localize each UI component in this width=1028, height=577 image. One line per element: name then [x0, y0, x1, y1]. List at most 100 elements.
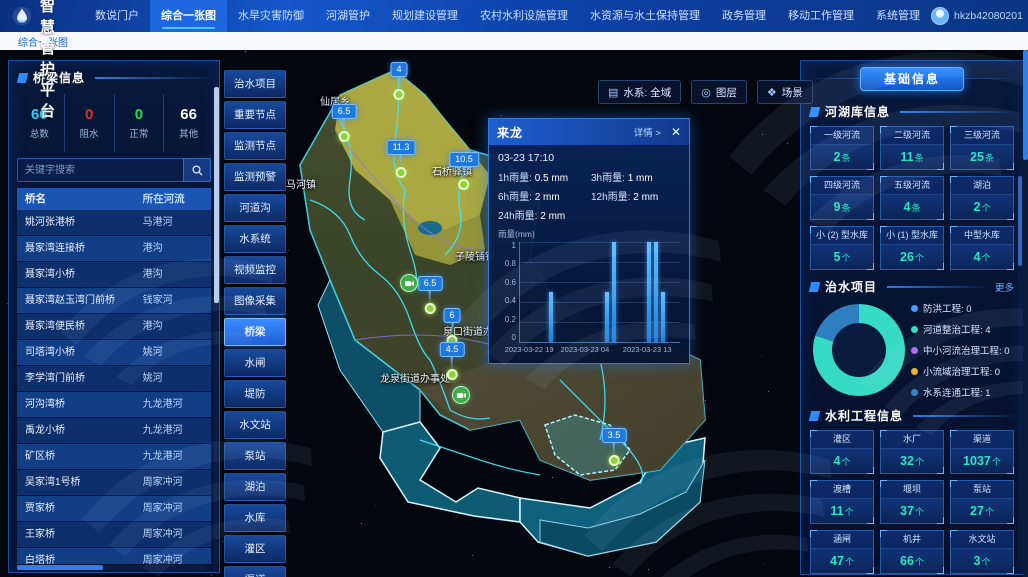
scrollbar-thumb[interactable] — [1018, 176, 1022, 266]
card-value: 9条 — [811, 195, 873, 219]
info-card: 水厂32个 — [880, 430, 944, 474]
table-row[interactable]: 吴家湾1号桥周家冲河 — [17, 470, 211, 495]
nav-item-3[interactable]: 水旱灾害防御 — [227, 0, 315, 32]
river-name-cell: 钱家河 — [137, 288, 211, 313]
metric-label: 3h雨量: — [591, 173, 628, 184]
table-row[interactable]: 聂家湾便民桥港沟 — [17, 314, 211, 339]
card-label: 涵闸 — [811, 531, 873, 549]
layer-menu-item[interactable]: 桥梁 — [224, 318, 286, 346]
scrollbar-thumb[interactable] — [214, 87, 219, 303]
card-value: 37个 — [881, 499, 943, 523]
table-row[interactable]: 贾家桥周家冲河 — [17, 496, 211, 521]
station-popup: 来龙 详情 > ✕ 03-23 17:10 1h雨量: 0.5 mm3h雨量: … — [488, 118, 690, 364]
card-unit: 个 — [915, 557, 924, 567]
search-button[interactable] — [183, 158, 211, 182]
stat-label: 阻水 — [80, 126, 99, 140]
bridge-name-cell: 聂家湾小桥 — [17, 262, 137, 287]
nav-item-1[interactable]: 数说门户 — [84, 0, 150, 32]
marker-value: 6 — [443, 308, 460, 323]
scene-button[interactable]: ❖场景 — [757, 80, 813, 104]
rain-bar — [661, 292, 665, 342]
close-icon[interactable]: ✕ — [671, 126, 681, 138]
layer-menu-item[interactable]: 视频监控 — [224, 256, 286, 284]
nav-item-6[interactable]: 农村水利设施管理 — [469, 0, 579, 32]
water-level-marker[interactable]: 4.5 — [440, 342, 465, 380]
layer-menu-item[interactable]: 泵站 — [224, 442, 286, 470]
basic-info-tab[interactable]: 基础信息 — [860, 67, 964, 91]
card-value: 1037个 — [951, 449, 1013, 473]
table-row[interactable]: 姚河张港桥马港河 — [17, 210, 211, 235]
layer-menu-item[interactable]: 图像采集 — [224, 287, 286, 315]
table-row[interactable]: 矿区桥九龙港河 — [17, 444, 211, 469]
layer-menu-item[interactable]: 水文站 — [224, 411, 286, 439]
layer-menu-item[interactable]: 水系统 — [224, 225, 286, 253]
marker-value: 3.5 — [602, 428, 627, 443]
table-row[interactable]: 白塔桥周家冲河 — [17, 548, 211, 564]
layer-menu-item[interactable]: 灌区 — [224, 535, 286, 563]
layer-menu-item[interactable]: 水库 — [224, 504, 286, 532]
table-row[interactable]: 禹龙小桥九龙港河 — [17, 418, 211, 443]
layer-menu-item[interactable]: 河道沟 — [224, 194, 286, 222]
card-label: 一级河流 — [811, 127, 873, 145]
water-level-marker[interactable]: 4 — [390, 62, 407, 100]
scrollbar-thumb[interactable] — [17, 565, 103, 570]
scrollbar-thumb[interactable] — [1023, 50, 1028, 160]
layer-menu-item[interactable]: 湖泊 — [224, 473, 286, 501]
camera-marker[interactable] — [452, 386, 470, 404]
card-unit: 个 — [845, 507, 854, 517]
y-tick-label: 0.4 — [505, 297, 516, 305]
table-row[interactable]: 聂家湾赵玉湾门前桥钱家河 — [17, 288, 211, 313]
table-row[interactable]: 司塔湾小桥姚河 — [17, 340, 211, 365]
nav-item-8[interactable]: 政务管理 — [711, 0, 777, 32]
search-row — [17, 158, 211, 182]
table-horizontal-scrollbar[interactable] — [17, 565, 205, 570]
section-line — [913, 415, 1014, 417]
layers-button[interactable]: ◎图层 — [691, 80, 747, 104]
layer-menu-item[interactable]: 水闸 — [224, 349, 286, 377]
water-level-marker[interactable]: 10.5 — [449, 152, 479, 190]
nav-item-7[interactable]: 水资源与水土保持管理 — [579, 0, 711, 32]
user-menu[interactable]: hkzb42080201 ▼ — [931, 7, 1028, 25]
table-row[interactable]: 聂家湾连接桥港沟 — [17, 236, 211, 261]
x-tick-label: 2023-03-23 13 — [623, 345, 672, 354]
nav-item-10[interactable]: 系统管理 — [865, 0, 931, 32]
stat-value: 0 — [85, 106, 93, 124]
card-unit: 个 — [985, 507, 994, 517]
layer-menu-item[interactable]: 重要节点 — [224, 101, 286, 129]
layer-menu-item[interactable]: 渠道 — [224, 566, 286, 577]
layer-menu-item[interactable]: 监测预警 — [224, 163, 286, 191]
nav-item-5[interactable]: 规划建设管理 — [381, 0, 469, 32]
water-scope-button[interactable]: ▤水系: 全域 — [598, 80, 681, 104]
page-scrollbar[interactable] — [1023, 50, 1028, 577]
table-vertical-scrollbar[interactable] — [214, 85, 219, 564]
layer-menu-item[interactable]: 堤防 — [224, 380, 286, 408]
layer-menu-item[interactable]: 治水项目 — [224, 70, 286, 98]
table-row[interactable]: 河沟湾桥九龙港河 — [17, 392, 211, 417]
card-value: 5个 — [811, 245, 873, 269]
donut-hole — [832, 323, 886, 377]
nav-item-9[interactable]: 移动工作管理 — [777, 0, 865, 32]
card-unit: 个 — [841, 457, 850, 467]
popup-detail-link[interactable]: 详情 > — [634, 125, 661, 139]
panel-scrollbar[interactable] — [1018, 121, 1022, 564]
layer-menu-item[interactable]: 监测节点 — [224, 132, 286, 160]
marker-value: 11.3 — [387, 140, 416, 155]
camera-marker[interactable] — [400, 274, 418, 292]
water-level-marker[interactable]: 11.3 — [387, 140, 416, 178]
panel-header: 基础信息 — [801, 61, 1023, 95]
table-row[interactable]: 李学湾门前桥姚河 — [17, 366, 211, 391]
water-level-marker[interactable]: 3.5 — [602, 428, 627, 466]
search-input[interactable] — [17, 158, 183, 182]
nav-item-4[interactable]: 河湖管护 — [315, 0, 381, 32]
water-level-marker[interactable]: 6 — [443, 308, 460, 346]
more-link[interactable]: 更多 — [995, 280, 1014, 294]
nav-item-2[interactable]: 综合一张图 — [150, 0, 227, 32]
y-tick-label: 0 — [512, 334, 516, 342]
table-row[interactable]: 王家桥周家冲河 — [17, 522, 211, 547]
scene-icon: ❖ — [767, 86, 777, 99]
table-row[interactable]: 聂家湾小桥港沟 — [17, 262, 211, 287]
water-level-marker[interactable]: 6.5 — [332, 104, 357, 142]
marker-dot — [608, 455, 619, 466]
water-level-marker[interactable]: 6.5 — [418, 276, 443, 314]
rain-chart-plot — [519, 242, 680, 343]
